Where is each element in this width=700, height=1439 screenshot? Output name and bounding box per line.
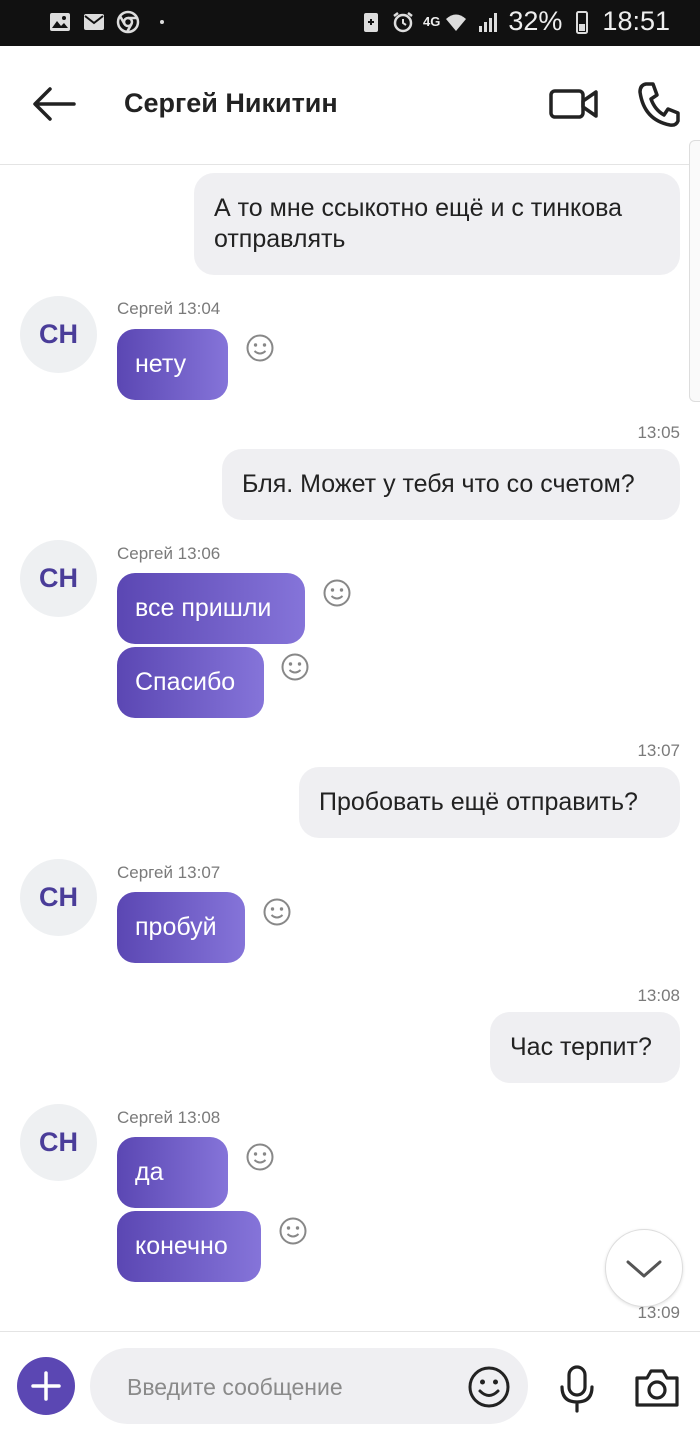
image-icon bbox=[50, 13, 70, 31]
chat-header: Сергей Никитин bbox=[0, 46, 700, 165]
message-bubble-incoming[interactable]: нету bbox=[117, 329, 228, 400]
message-sender-time: Сергей 13:06 bbox=[117, 544, 221, 563]
avatar[interactable]: СН bbox=[20, 296, 97, 373]
message-bubble-incoming[interactable]: да bbox=[117, 1137, 228, 1208]
message-text: все пришли bbox=[135, 594, 272, 622]
message-text: А то мне ссыкотно ещё и с тинкова отправ… bbox=[214, 194, 623, 253]
reaction-smile-icon[interactable] bbox=[245, 333, 275, 363]
message-bubble-outgoing[interactable]: Бля. Может у тебя что со счетом? bbox=[222, 449, 680, 520]
message-input-wrap bbox=[90, 1348, 528, 1426]
message-time: 13:08 bbox=[637, 986, 680, 1005]
reaction-smile-icon[interactable] bbox=[245, 1142, 275, 1172]
plus-icon bbox=[31, 1371, 61, 1401]
chrome-icon bbox=[116, 10, 140, 34]
scroll-to-bottom-button[interactable] bbox=[605, 1229, 683, 1307]
message-sender-time: Сергей 13:04 bbox=[117, 299, 221, 318]
message-text: да bbox=[135, 1158, 164, 1186]
message-bubble-incoming[interactable]: конечно bbox=[117, 1211, 261, 1282]
status-time: 18:51 bbox=[602, 6, 670, 36]
video-camera-icon[interactable] bbox=[548, 84, 600, 124]
message-bubble-outgoing[interactable]: Пробовать ещё отправить? bbox=[299, 767, 680, 838]
message-bubble-incoming[interactable]: все пришли bbox=[117, 573, 305, 644]
message-time: 13:07 bbox=[637, 741, 680, 760]
message-text: пробуй bbox=[135, 913, 217, 941]
emoji-icon[interactable] bbox=[467, 1365, 511, 1409]
message-sender-time: Сергей 13:07 bbox=[117, 863, 221, 882]
battery-percent: 32% bbox=[508, 6, 563, 36]
avatar[interactable]: СН bbox=[20, 859, 97, 936]
message-time: 13:05 bbox=[637, 423, 680, 442]
message-text: конечно bbox=[135, 1232, 228, 1260]
message-bubble-outgoing[interactable]: А то мне ссыкотно ещё и с тинкова отправ… bbox=[194, 173, 680, 275]
status-bar: 4G 32% 18:51 bbox=[0, 0, 700, 46]
battery-icon bbox=[576, 10, 589, 34]
add-attachment-button[interactable] bbox=[17, 1357, 75, 1415]
message-input[interactable] bbox=[125, 1348, 449, 1426]
battery-saver-icon bbox=[364, 12, 379, 32]
reaction-smile-icon[interactable] bbox=[262, 897, 292, 927]
status-notification-icons bbox=[48, 10, 174, 34]
message-text: Спасибо bbox=[135, 668, 236, 696]
message-list[interactable]: А то мне ссыкотно ещё и с тинкова отправ… bbox=[0, 165, 700, 1330]
message-text: Час терпит? bbox=[510, 1033, 652, 1061]
message-bubble-outgoing[interactable]: Час терпит? bbox=[490, 1012, 680, 1083]
message-sender-time: Сергей 13:08 bbox=[117, 1108, 221, 1127]
signal-icon bbox=[479, 12, 498, 32]
alarm-icon bbox=[393, 11, 413, 32]
status-system-icons: 4G 32% 18:51 bbox=[359, 6, 670, 37]
reaction-smile-icon[interactable] bbox=[322, 578, 352, 608]
network-type: 4G bbox=[423, 14, 441, 29]
reaction-smile-icon[interactable] bbox=[278, 1216, 308, 1246]
avatar[interactable]: СН bbox=[20, 540, 97, 617]
message-text: Пробовать ещё отправить? bbox=[319, 788, 638, 816]
avatar[interactable]: СН bbox=[20, 1104, 97, 1181]
message-bubble-incoming[interactable]: пробуй bbox=[117, 892, 245, 963]
chevron-down-icon bbox=[626, 1260, 662, 1278]
phone-icon[interactable] bbox=[636, 80, 680, 128]
message-composer bbox=[0, 1331, 700, 1439]
microphone-icon[interactable] bbox=[557, 1365, 597, 1413]
dot-icon bbox=[160, 20, 164, 24]
mail-icon bbox=[84, 14, 104, 30]
page-title[interactable]: Сергей Никитин bbox=[124, 88, 338, 119]
camera-icon[interactable] bbox=[633, 1367, 681, 1409]
reaction-smile-icon[interactable] bbox=[280, 652, 310, 682]
message-bubble-incoming[interactable]: Спасибо bbox=[117, 647, 264, 718]
arrow-left-icon[interactable] bbox=[28, 84, 80, 124]
wifi-icon bbox=[446, 14, 467, 31]
message-text: нету bbox=[135, 350, 187, 378]
message-text: Бля. Может у тебя что со счетом? bbox=[242, 470, 635, 498]
